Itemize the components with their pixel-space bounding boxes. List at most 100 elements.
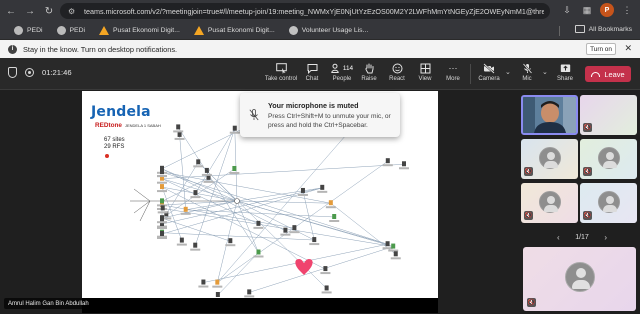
chat-icon	[307, 61, 318, 75]
address-bar[interactable]: ⚙ teams.microsoft.com/v2/?meetingjoin=tr…	[60, 3, 550, 19]
download-icon[interactable]: ⇩	[560, 3, 574, 17]
chevron-down-icon[interactable]: ⌄	[505, 68, 511, 76]
site-node	[385, 241, 390, 247]
chevron-down-icon[interactable]: ⌄	[542, 68, 548, 76]
share-button[interactable]: Share	[550, 61, 580, 87]
share-label: Share	[556, 76, 573, 82]
camera-button[interactable]: Camera	[474, 61, 504, 87]
participant-tile[interactable]: 🔇	[521, 139, 578, 179]
node-caption	[320, 272, 331, 275]
participant-tile[interactable]: 🔇	[580, 183, 637, 223]
node-caption	[190, 196, 201, 199]
node-caption	[157, 221, 167, 224]
site-info-icon[interactable]: ⚙	[68, 6, 78, 16]
phone-hangup-icon	[591, 71, 601, 77]
take-control-icon	[275, 61, 287, 75]
link-line	[133, 188, 151, 202]
link-line	[161, 232, 315, 241]
node-caption	[174, 137, 185, 140]
site-node	[160, 184, 164, 190]
chevron-left-icon[interactable]: ‹	[557, 233, 560, 242]
node-caption	[253, 255, 264, 258]
participant-tile[interactable]: 🔇	[580, 139, 637, 179]
mic-off-icon: 🔇	[524, 167, 533, 176]
notification-text: Stay in the know. Turn on desktop notifi…	[23, 44, 178, 54]
node-caption	[390, 257, 401, 260]
more-button[interactable]: ··· More	[438, 61, 468, 87]
turn-on-button[interactable]: Turn on	[586, 43, 616, 55]
node-caption	[201, 173, 212, 176]
site-node	[402, 161, 406, 167]
mic-label: Mic	[522, 76, 532, 82]
bookmark-item[interactable]: Pusat Ekonomi Digit...	[193, 26, 275, 35]
reload-icon[interactable]: ↻	[41, 3, 57, 19]
site-node	[160, 205, 165, 211]
bookmarks-bar: PEDi PEDi Pusat Ekonomi Digit... Pusat E…	[0, 22, 640, 40]
node-caption	[198, 285, 209, 288]
leave-button[interactable]: Leave	[585, 66, 631, 82]
node-caption	[212, 285, 223, 288]
link-line	[236, 200, 315, 241]
raise-hand-button[interactable]: Raise	[354, 61, 384, 87]
logo-title: Jendela	[91, 104, 151, 120]
site-node	[283, 227, 288, 233]
more-icon[interactable]: ⋮	[620, 3, 634, 17]
link-line	[161, 171, 331, 204]
node-caption	[329, 220, 340, 223]
notification-banner: i Stay in the know. Turn on desktop noti…	[0, 40, 640, 58]
node-caption	[180, 212, 191, 215]
presenter-name: Amrul Halim Gan Bin Abdullah	[4, 298, 93, 309]
node-caption	[157, 227, 167, 230]
take-control-button[interactable]: Take control	[265, 61, 297, 87]
pager-text: 1/17	[575, 234, 589, 241]
profile-avatar[interactable]: P	[600, 3, 614, 17]
mic-off-icon: 🔇	[583, 123, 592, 132]
status-dot	[105, 154, 109, 158]
participant-tile[interactable]: 🔇	[521, 183, 578, 223]
bookmark-label: Pusat Ekonomi Digit...	[207, 27, 275, 34]
raise-label: Raise	[361, 76, 377, 82]
site-node	[312, 237, 317, 243]
back-icon[interactable]: ←	[3, 3, 19, 19]
divider	[470, 64, 471, 84]
chevron-right-icon[interactable]: ›	[604, 233, 607, 242]
slide-footer-bar	[82, 298, 438, 313]
node-caption	[193, 165, 204, 168]
chat-button[interactable]: Chat	[297, 61, 327, 87]
bookmark-item[interactable]: Volunteer Usage Lis...	[288, 26, 369, 35]
site-node	[256, 249, 261, 255]
recording-icon	[25, 68, 34, 77]
bookmark-label: Volunteer Usage Lis...	[301, 27, 369, 34]
site-node	[160, 198, 164, 204]
node-caption	[190, 248, 201, 251]
node-caption	[321, 291, 332, 294]
all-bookmarks-button[interactable]: All Bookmarks	[574, 25, 632, 33]
participant-tile[interactable]: 🔇	[580, 95, 637, 135]
bookmark-item[interactable]: PEDi	[14, 26, 43, 35]
mic-button[interactable]: Mic	[512, 61, 542, 87]
camera-label: Camera	[478, 76, 500, 82]
node-caption	[157, 181, 167, 184]
node-caption	[325, 206, 336, 209]
bookmark-item[interactable]: Pusat Ekonomi Digit...	[99, 26, 180, 35]
node-caption	[203, 180, 214, 183]
node-caption	[253, 226, 264, 229]
site-node	[393, 251, 398, 257]
participant-tile[interactable]: 🔇	[523, 247, 636, 311]
react-button[interactable]: React	[382, 61, 412, 87]
view-button[interactable]: View	[410, 61, 440, 87]
link-line	[179, 134, 186, 210]
site-node	[160, 215, 164, 221]
people-button[interactable]: 114 People	[327, 61, 357, 87]
all-bookmarks-label: All Bookmarks	[588, 25, 632, 33]
forward-icon[interactable]: →	[22, 3, 38, 19]
shield-icon[interactable]	[8, 67, 17, 78]
mic-off-icon	[522, 61, 533, 75]
extensions-icon[interactable]: ▦	[580, 3, 594, 17]
close-icon[interactable]: ✕	[624, 43, 632, 54]
bookmark-item[interactable]: PEDi	[56, 26, 85, 35]
address-url[interactable]: teams.microsoft.com/v2/?meetingjoin=true…	[84, 7, 544, 16]
node-caption	[399, 167, 409, 170]
people-label: People	[332, 76, 352, 82]
participant-video-tile[interactable]	[521, 95, 578, 135]
